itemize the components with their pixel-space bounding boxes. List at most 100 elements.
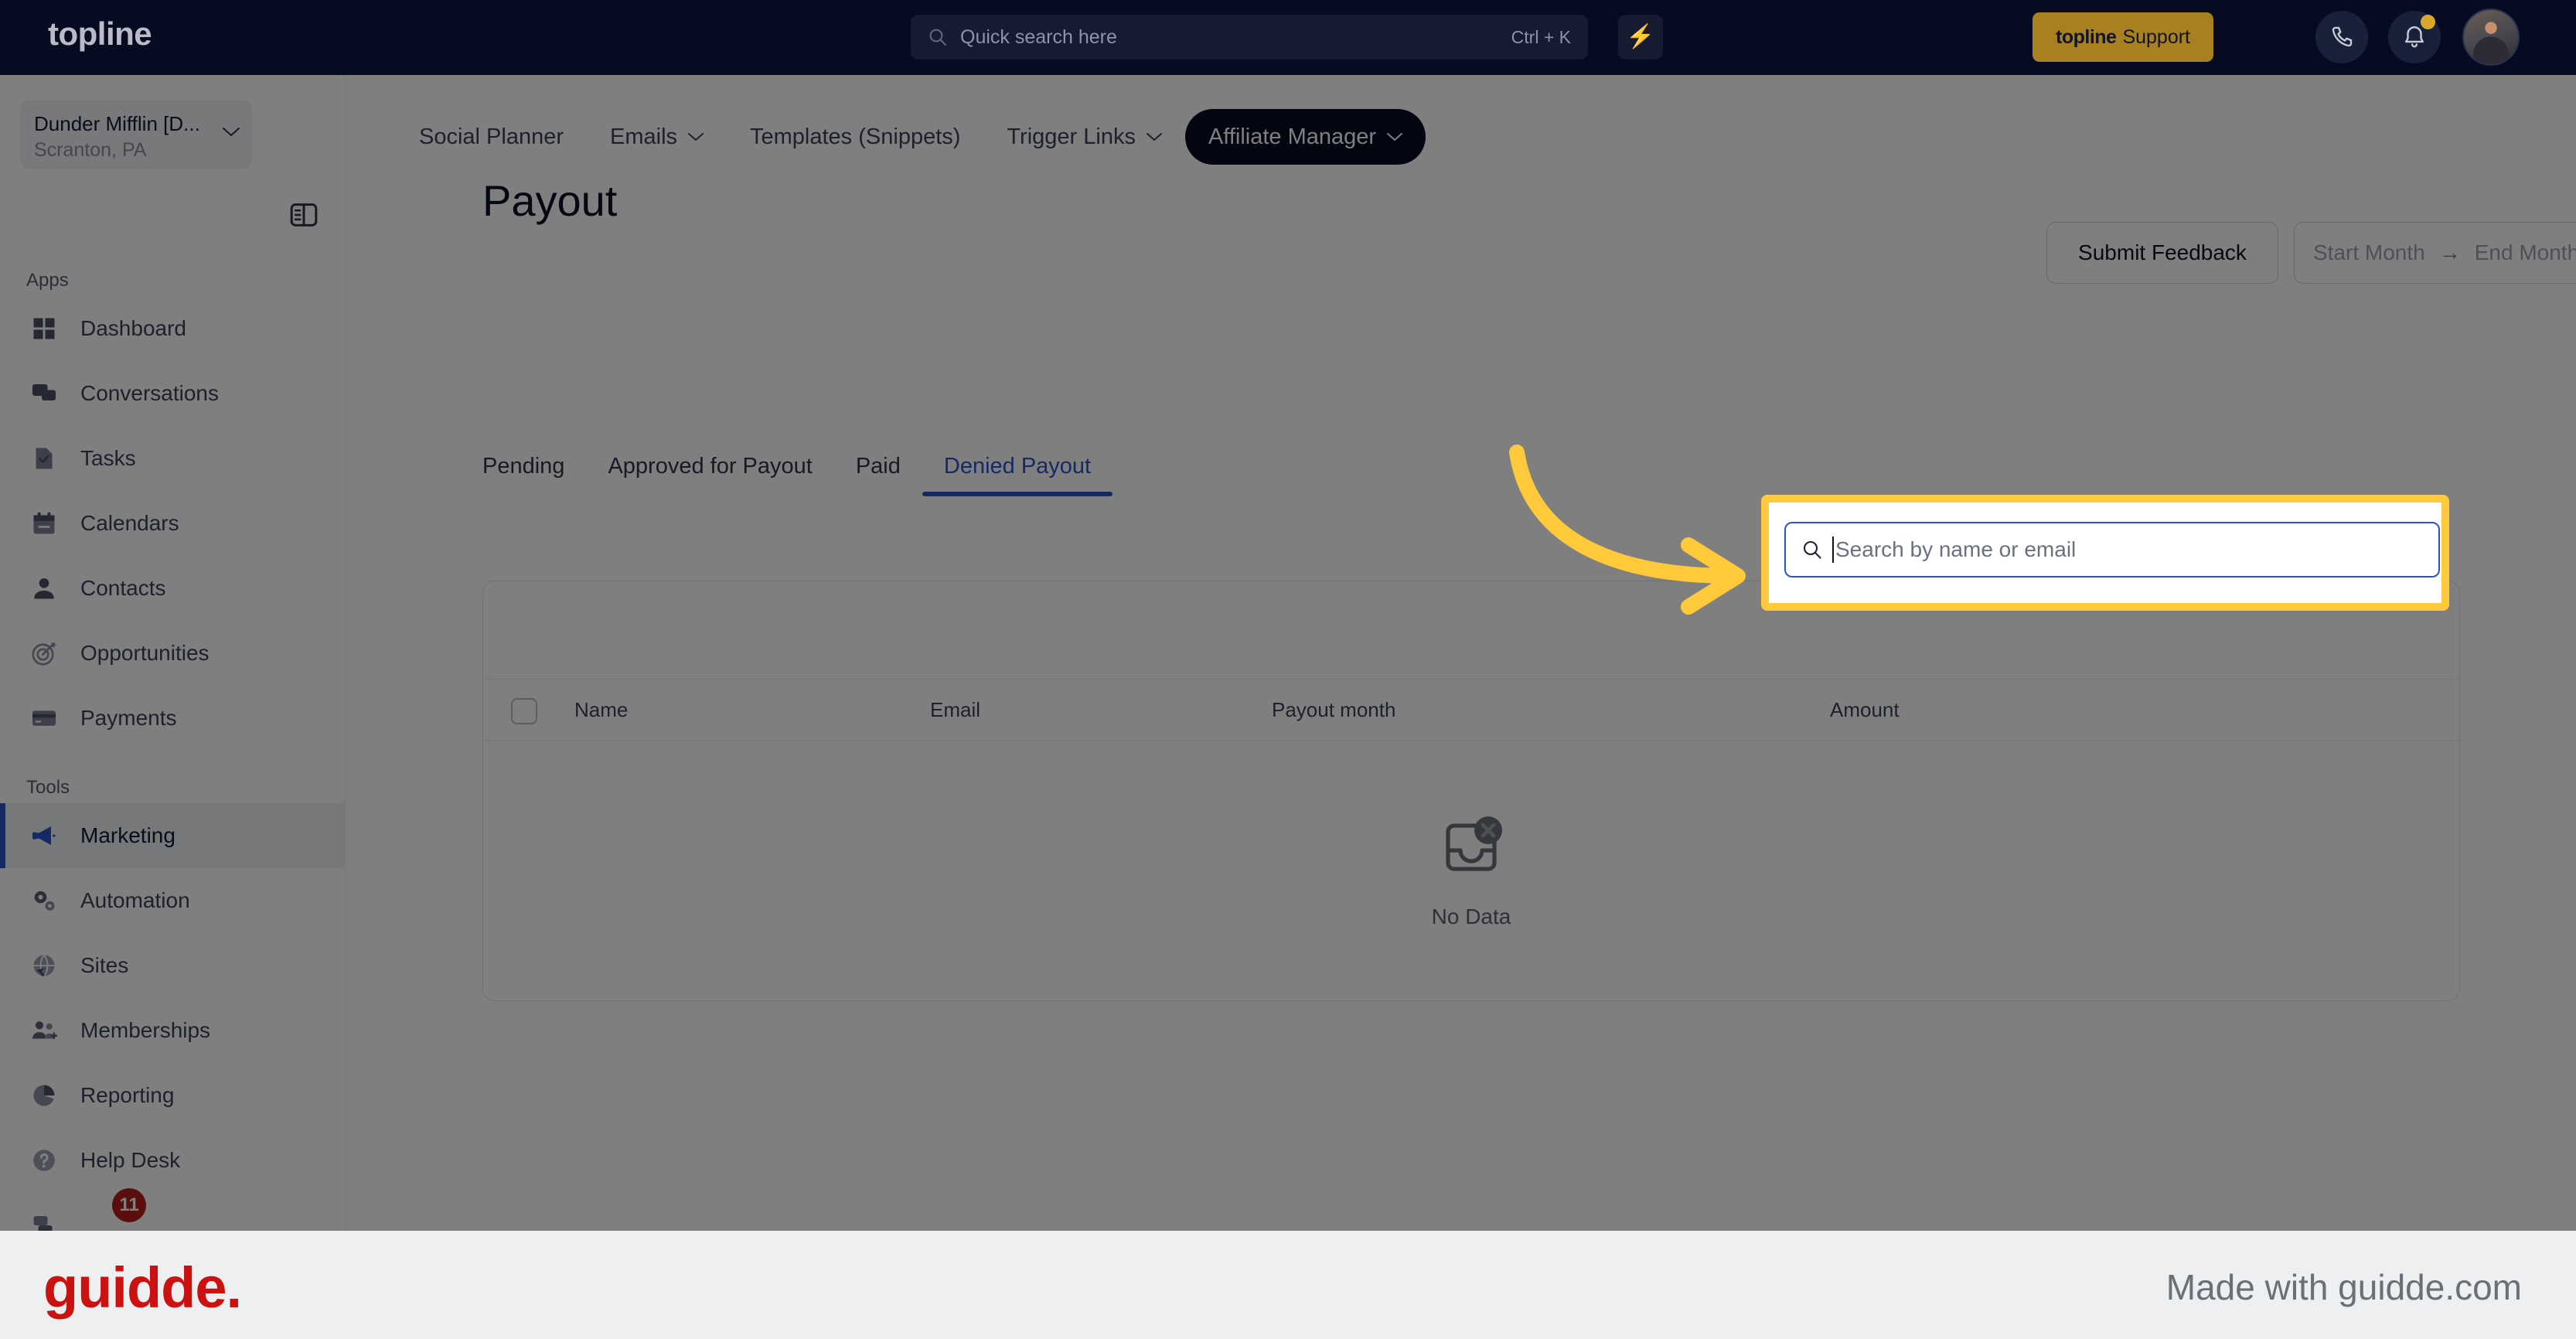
tab-pending[interactable]: Pending [482,454,586,496]
subnav-item-trigger-links[interactable]: Trigger Links [983,109,1185,165]
megaphone-icon [26,818,62,853]
people-plus-icon [26,1013,62,1048]
sidebar-nav: Apps Dashboard Conversations Tasks Calen… [0,270,346,1258]
sidebar-item-label: Tasks [80,446,136,470]
quick-search-shortcut: Ctrl + K [1511,26,1571,47]
sidebar-badge-count: 11 [112,1188,146,1222]
chat-bubbles-icon [26,376,62,411]
sidebar-item-dashboard[interactable]: Dashboard [0,296,346,361]
sidebar-item-label: Memberships [80,1018,211,1042]
select-all-checkbox[interactable] [511,698,537,724]
avatar[interactable] [2462,9,2520,66]
sidebar-item-memberships[interactable]: Memberships [0,998,346,1063]
target-icon [26,635,62,671]
globe-cursor-icon [26,948,62,983]
gears-icon [26,883,62,918]
sidebar-item-label: Help Desk [80,1148,181,1172]
subnav-label: Templates (Snippets) [750,124,961,149]
text-caret [1832,537,1834,563]
tab-label: Pending [482,454,565,479]
sidebar-item-label: Contacts [80,576,166,600]
tab-label: Approved for Payout [608,454,813,479]
page-title: Payout [482,176,618,225]
table-search-input[interactable]: Search by name or email [1784,522,2440,578]
subnav-label: Social Planner [419,124,564,149]
location-name: Dunder Mifflin [D... [34,112,200,135]
sidebar-item-payments[interactable]: Payments [0,686,346,751]
tab-approved-for-payout[interactable]: Approved for Payout [586,454,833,496]
subnav-item-social-planner[interactable]: Social Planner [396,109,587,165]
tab-label: Denied Payout [943,454,1092,479]
annotation-arrow [1509,445,1746,615]
sidebar-section-apps-label: Apps [26,270,69,291]
phone-button[interactable] [2315,11,2368,63]
column-header-name: Name [574,697,629,721]
lightning-bolt-icon: ⚡ [1626,24,1655,49]
date-range-picker[interactable]: Start Month → End Month [2294,222,2576,284]
location-switcher[interactable]: Dunder Mifflin [D... Scranton, PA [20,100,252,169]
payout-tabs: Pending Approved for Payout Paid Denied … [482,454,1113,496]
tab-label: Paid [855,454,901,479]
notification-dot [2421,15,2435,29]
sidebar-item-label: Reporting [80,1083,175,1107]
inbox-x-icon [1446,816,1502,871]
support-brand: topline [2056,26,2117,48]
search-icon [929,29,946,46]
sidebar-item-label: Dashboard [80,316,186,340]
guidde-footer: guidde. Made with guidde.com [0,1231,2576,1339]
topbar: topline Quick search here Ctrl + K ⚡ top… [0,0,2576,75]
sidebar-item-automation[interactable]: Automation [0,868,346,933]
notifications-button[interactable] [2388,11,2441,63]
table-header-row: Name Email Payout month Amount [483,679,2459,741]
sidebar-item-calendars[interactable]: Calendars [0,491,346,556]
sidebar-item-sites[interactable]: Sites [0,933,346,998]
sidebar-item-marketing[interactable]: Marketing [0,803,346,868]
sidebar-item-tasks[interactable]: Tasks [0,426,346,491]
made-with-guidde-label: Made with guidde.com [2165,1267,2522,1307]
search-icon [1803,540,1821,559]
table-search-placeholder: Search by name or email [1835,537,2077,561]
location-sublabel: Scranton, PA [34,139,147,161]
subnav-item-affiliate-manager[interactable]: Affiliate Manager [1184,109,1426,165]
tab-paid[interactable]: Paid [834,454,922,496]
payout-table-card: Name Email Payout month Amount No Data [482,581,2460,1001]
sidebar-item-contacts[interactable]: Contacts [0,556,346,621]
topline-support-button[interactable]: topline Support [2033,12,2213,62]
quick-actions-button[interactable]: ⚡ [1618,15,1663,60]
chevron-down-icon [1146,132,1162,141]
subnav-item-templates[interactable]: Templates (Snippets) [727,109,983,165]
end-month-input[interactable]: End Month [2475,240,2576,265]
collapse-sidebar-button[interactable] [286,197,322,233]
start-month-input[interactable]: Start Month [2313,240,2425,265]
calendar-icon [26,506,62,541]
task-check-icon [26,441,62,476]
subnav-label: Affiliate Manager [1208,124,1377,149]
pie-chart-icon [26,1078,62,1113]
chevron-down-icon [688,132,704,141]
tab-denied-payout[interactable]: Denied Payout [922,454,1113,496]
range-arrow-icon: → [2438,240,2461,264]
chevron-down-icon [1387,132,1403,141]
submit-feedback-button[interactable]: Submit Feedback [2046,222,2278,284]
sidebar-item-label: Payments [80,706,177,730]
panel-toggle-icon [290,203,318,227]
guidde-logo: guidde. [43,1256,242,1320]
module-subnav: Social Planner Emails Templates (Snippet… [346,100,2576,174]
sidebar-item-opportunities[interactable]: Opportunities [0,621,346,686]
phone-icon [2332,26,2353,47]
curved-arrow-icon [1509,445,1746,615]
column-header-email: Email [930,697,981,721]
quick-search-box[interactable]: Quick search here Ctrl + K [911,15,1588,60]
sidebar-item-label: Calendars [80,511,179,535]
sidebar-item-label: Automation [80,888,190,912]
sidebar-item-help-desk[interactable]: Help Desk [0,1128,346,1193]
empty-state: No Data [483,741,2459,999]
sidebar-item-label: Conversations [80,381,219,405]
sidebar-item-reporting[interactable]: Reporting [0,1063,346,1128]
sidebar-item-conversations[interactable]: Conversations [0,361,346,426]
app-logo: topline [48,15,152,52]
submit-feedback-label: Submit Feedback [2078,240,2247,264]
support-label: Support [2122,26,2190,48]
subnav-item-emails[interactable]: Emails [587,109,727,165]
